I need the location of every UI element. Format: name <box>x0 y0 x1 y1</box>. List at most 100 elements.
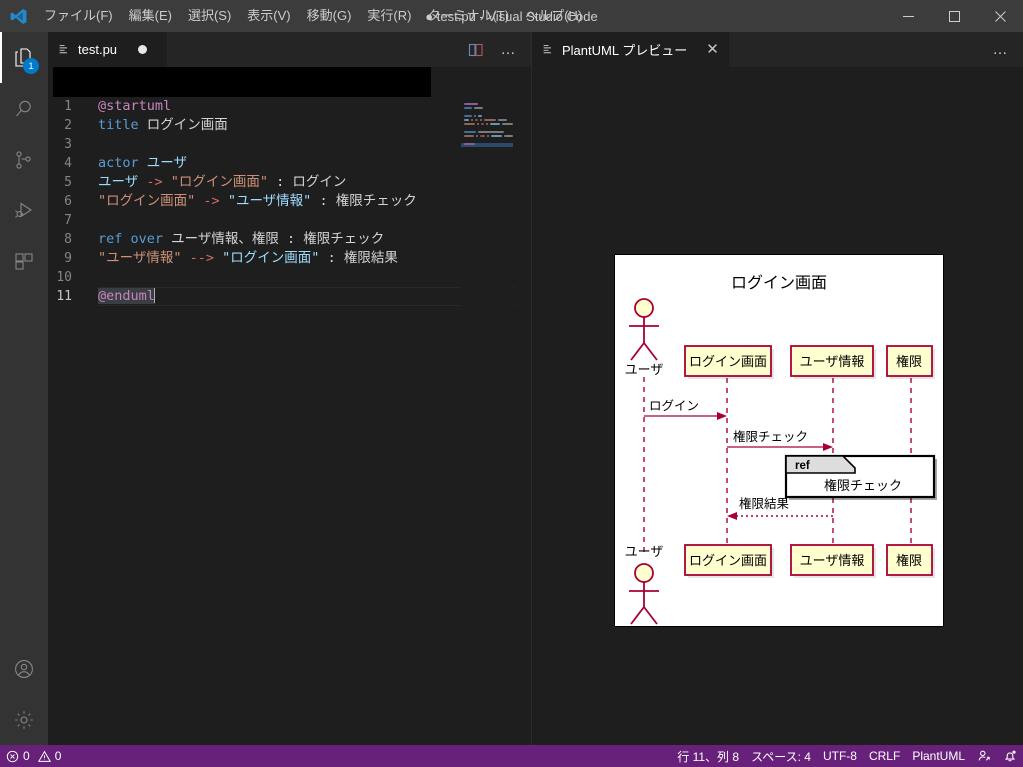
participant-authority-bottom: 権限 <box>886 544 935 578</box>
status-editor-eol[interactable]: CRLF <box>863 745 906 767</box>
minimap-token <box>481 123 484 125</box>
ref-fragment: ref 権限チェック <box>784 454 937 500</box>
more-actions-icon[interactable]: … <box>987 37 1013 63</box>
code-editor[interactable]: 1 @startuml 2 title ログイン画面 3 4 actor ユーザ 5 ユーザ -… <box>48 97 531 745</box>
status-notifications[interactable] <box>997 745 1023 767</box>
explorer-badge: 1 <box>23 58 39 74</box>
minimap[interactable] <box>461 97 514 745</box>
menu-item-view[interactable]: 表示(V) <box>239 0 298 32</box>
activity-bar-top: 1 <box>0 32 48 643</box>
editor-group-right: PlantUML プレビュー ✕ … ログイン画面 ユーザ ログイン画面 ユーザ… <box>531 32 1023 745</box>
code-line[interactable]: 1 @startuml <box>48 97 531 116</box>
message-login-label: ログイン <box>649 399 699 413</box>
more-actions-icon[interactable]: … <box>495 37 521 63</box>
participant-authority-label-bottom: 権限 <box>896 553 922 568</box>
gear-icon <box>12 708 36 732</box>
line-number: 10 <box>56 270 72 285</box>
error-icon <box>6 750 19 763</box>
code-line[interactable]: 2 title ログイン画面 <box>48 116 531 135</box>
minimap-token <box>497 119 507 121</box>
tab-plantuml-preview[interactable]: PlantUML プレビュー ✕ <box>532 32 730 67</box>
menu-item-edit[interactable]: 編集(E) <box>121 0 180 32</box>
status-editor-position[interactable]: 行 11、列 8 <box>671 745 745 767</box>
close-icon[interactable]: ✕ <box>706 42 719 57</box>
status-editor-indent[interactable]: スペース: 4 <box>745 745 817 767</box>
file-text-icon <box>542 43 555 56</box>
status-live-share[interactable] <box>971 745 997 767</box>
maximize-button[interactable] <box>931 0 977 32</box>
sidebar-item-explorer[interactable]: 1 <box>0 32 48 83</box>
close-button[interactable] <box>977 0 1023 32</box>
editor-actions-left: … <box>463 32 531 67</box>
code-line[interactable]: 5 ユーザ -> "ログイン画面" : ログイン <box>48 173 531 192</box>
minimap-token <box>464 143 475 145</box>
tab-test-pu[interactable]: test.pu <box>48 32 168 67</box>
status-editor-language[interactable]: PlantUML <box>906 745 971 767</box>
code-line[interactable]: 6 "ログイン画面" -> "ユーザ情報" : 権限チェック <box>48 192 531 211</box>
menu-item-select[interactable]: 選択(S) <box>180 0 239 32</box>
minimap-token <box>464 123 476 125</box>
minimap-token <box>483 119 496 121</box>
code-line[interactable]: 8 ref over ユーザ情報、権限 : 権限チェック <box>48 230 531 249</box>
title-bar: ファイル(F) 編集(E) 選択(S) 表示(V) 移動(G) 実行(R) ター… <box>0 0 1023 32</box>
code-line[interactable]: 7 <box>48 211 531 230</box>
code-line-text: ユーザ -> "ログイン画面" : ログイン <box>98 174 347 190</box>
accounts-button[interactable] <box>0 643 48 694</box>
status-warning-count: 0 <box>54 749 62 763</box>
settings-button[interactable] <box>0 694 48 745</box>
minimap-token <box>486 135 489 137</box>
code-line[interactable]: 4 actor ユーザ <box>48 154 531 173</box>
vscode-window: ファイル(F) 編集(E) 選択(S) 表示(V) 移動(G) 実行(R) ター… <box>0 0 1023 767</box>
code-line-text: "ユーザ情報" --> "ログイン画面" : 権限結果 <box>98 250 398 266</box>
code-line[interactable]: 3 <box>48 135 531 154</box>
sidebar-item-source-control[interactable] <box>0 134 48 185</box>
status-editor-encoding[interactable]: UTF-8 <box>817 745 863 767</box>
menu-item-help[interactable]: ヘルプ(H) <box>517 0 590 32</box>
code-line-text: ref over ユーザ情報、権限 : 権限チェック <box>98 231 385 247</box>
bell-dot-icon <box>1003 749 1017 763</box>
line-number: 7 <box>64 213 72 228</box>
run-and-debug-icon <box>12 199 36 223</box>
tab-label: PlantUML プレビュー <box>562 43 688 58</box>
line-number: 6 <box>64 194 72 209</box>
status-error-count: 0 <box>23 749 30 763</box>
sidebar-item-run-and-debug[interactable] <box>0 185 48 236</box>
minimap-token <box>464 131 476 133</box>
menu-item-go[interactable]: 移動(G) <box>299 0 360 32</box>
menu-item-file[interactable]: ファイル(F) <box>36 0 121 32</box>
code-line[interactable]: 10 <box>48 268 531 287</box>
warning-icon <box>37 750 51 763</box>
participant-user-info-label: ユーザ情報 <box>800 354 865 369</box>
status-problems[interactable]: 0 0 <box>0 745 67 767</box>
status-bar-left: 0 0 <box>0 745 67 767</box>
minimap-token <box>464 107 472 109</box>
minimap-token <box>489 123 500 125</box>
code-line[interactable]: 9 "ユーザ情報" --> "ログイン画面" : 権限結果 <box>48 249 531 268</box>
tab-dirty-indicator[interactable] <box>138 45 148 54</box>
minimap-token <box>477 123 480 125</box>
minimap-line <box>461 143 513 147</box>
minimap-token <box>501 123 513 125</box>
line-number: 2 <box>64 118 72 133</box>
plantuml-preview-body[interactable]: ログイン画面 ユーザ ログイン画面 ユーザ情報 権限 ログイン 権限チェック r… <box>532 67 1023 745</box>
split-editor-icon[interactable] <box>463 37 489 63</box>
menu-item-run[interactable]: 実行(R) <box>359 0 419 32</box>
participant-user-info-top: ユーザ情報 <box>790 345 876 379</box>
sidebar-item-search[interactable] <box>0 83 48 134</box>
editor-tab-bar-left: test.pu … <box>48 32 531 67</box>
search-icon <box>12 97 36 121</box>
line-number: 8 <box>64 232 72 247</box>
code-line[interactable]: 11 @enduml <box>48 287 531 306</box>
minimize-button[interactable] <box>885 0 931 32</box>
message-login: ログイン <box>644 399 727 420</box>
message-auth-check: 権限チェック <box>727 429 833 451</box>
line-number: 4 <box>64 156 72 171</box>
sidebar-item-extensions[interactable] <box>0 236 48 287</box>
ref-fragment-tag: ref <box>795 460 810 472</box>
menu-item-terminal[interactable]: ターミナル(T) <box>419 0 517 32</box>
participant-login-screen-bottom: ログイン画面 <box>684 544 774 578</box>
code-line-text: actor ユーザ <box>98 155 188 171</box>
line-number: 3 <box>64 137 72 152</box>
window-controls <box>885 0 1023 32</box>
minimap-token <box>477 115 482 117</box>
